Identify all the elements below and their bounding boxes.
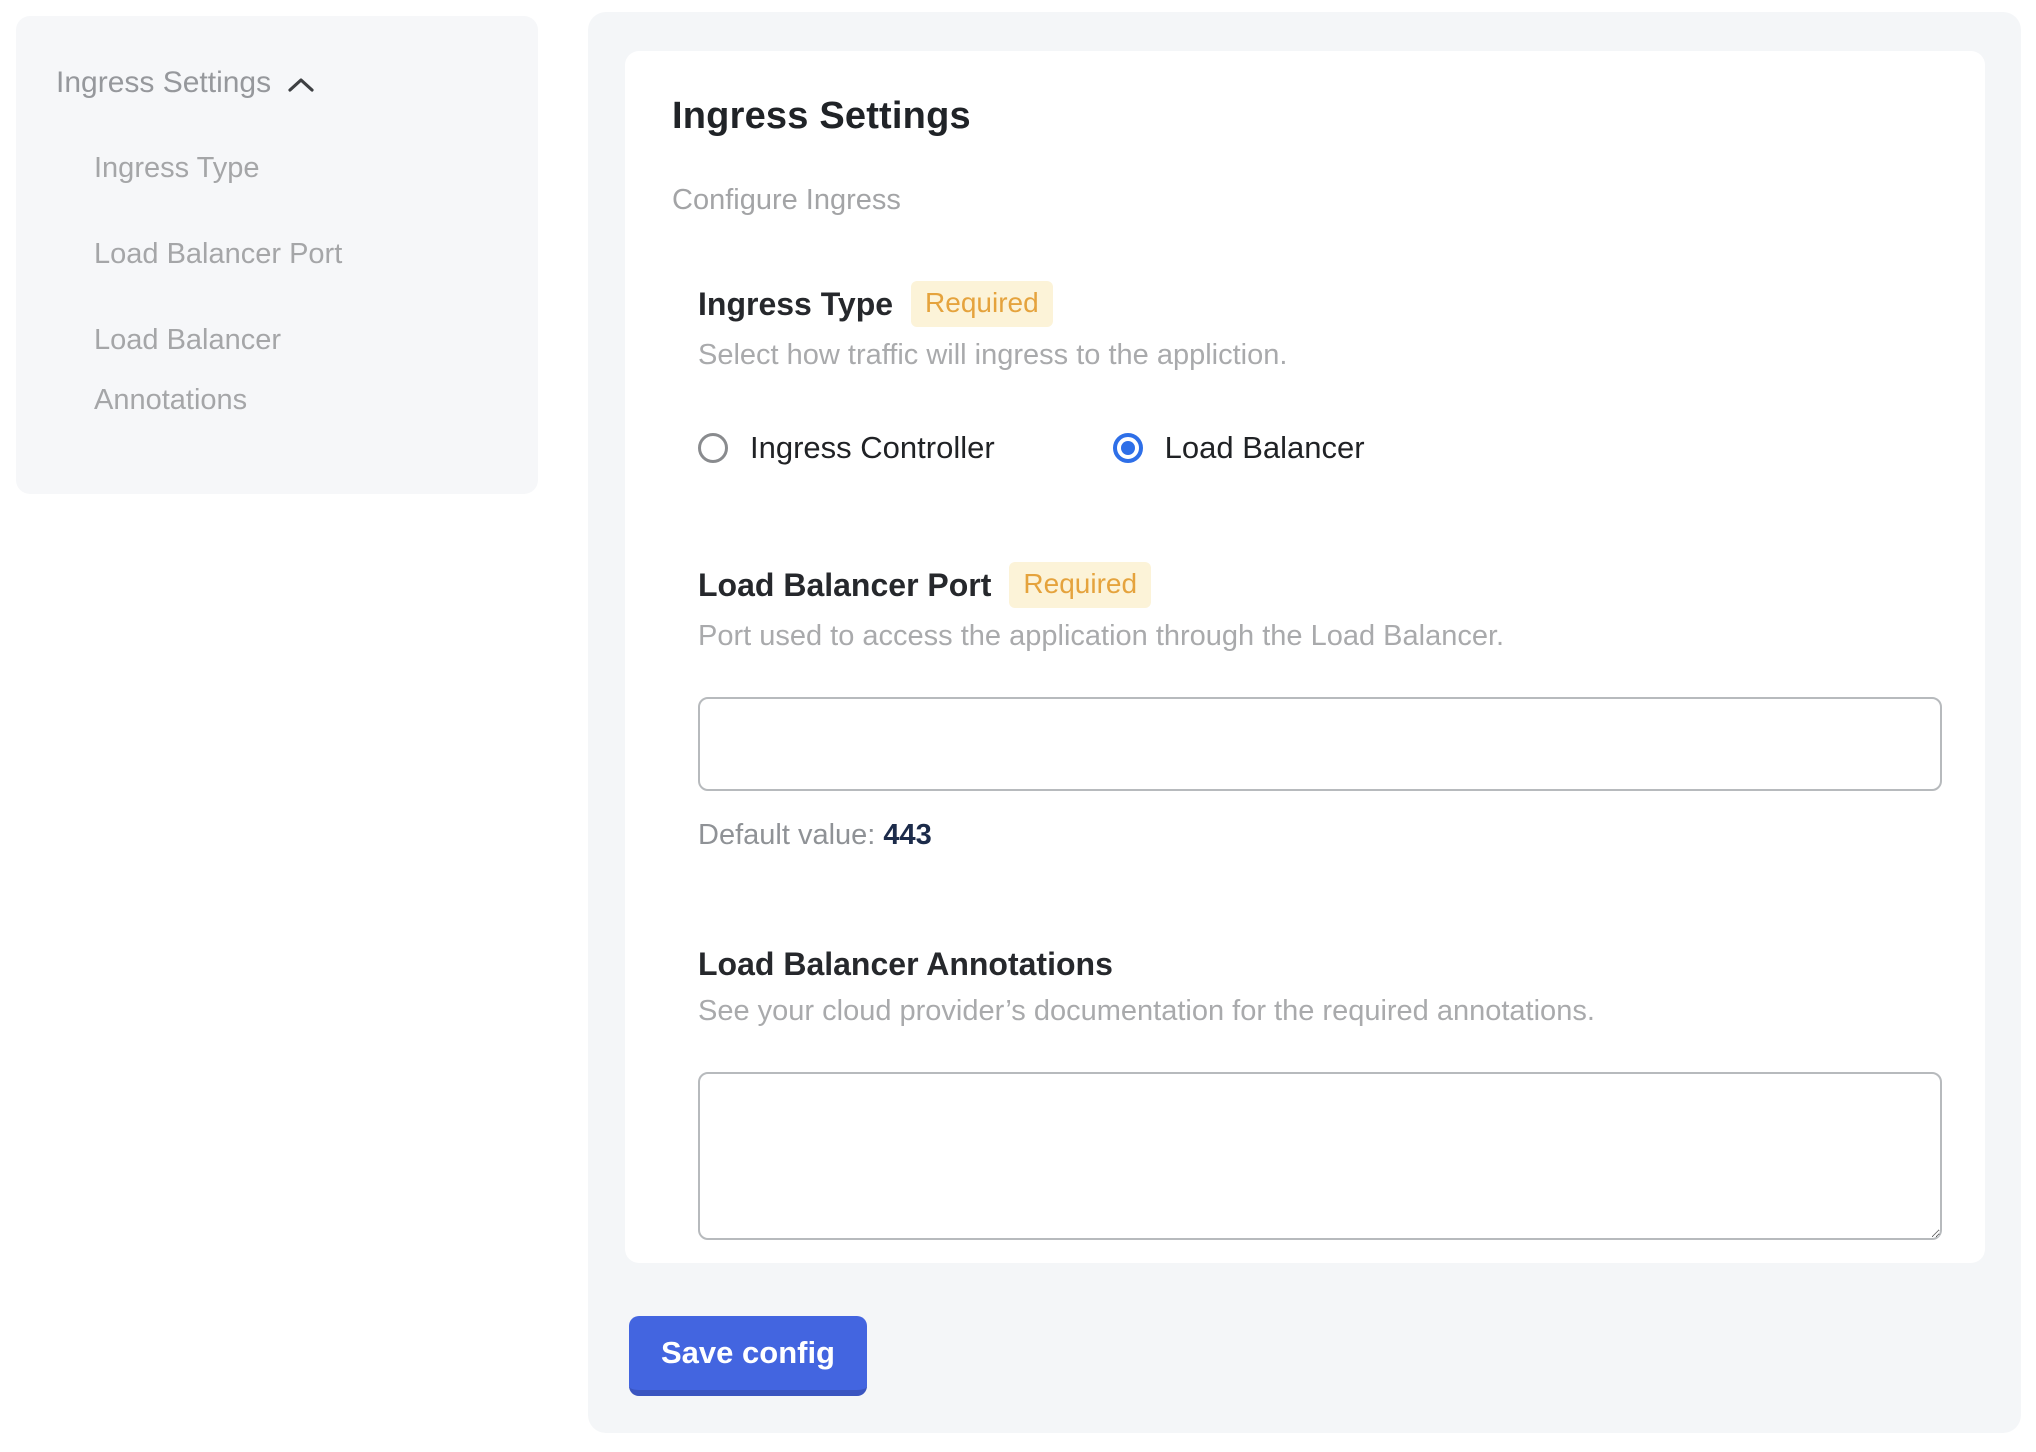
load-balancer-annotations-textarea[interactable] xyxy=(698,1072,1942,1240)
field-heading: Load Balancer Port Required xyxy=(698,562,1942,608)
radio-label: Ingress Controller xyxy=(750,430,995,466)
settings-sidebar: Ingress Settings Ingress Type Load Balan… xyxy=(16,16,538,494)
default-value-number: 443 xyxy=(883,819,931,851)
ingress-type-radio-group: Ingress Controller Load Balancer xyxy=(698,430,1942,466)
required-badge: Required xyxy=(1009,562,1151,608)
default-value-hint: Default value: 443 xyxy=(698,819,1942,852)
sidebar-item-load-balancer-annotations[interactable]: Load Balancer Annotations xyxy=(94,310,434,430)
ingress-settings-panel: Ingress Settings Configure Ingress Ingre… xyxy=(588,12,2021,1433)
chevron-up-icon xyxy=(287,72,315,94)
radio-load-balancer[interactable]: Load Balancer xyxy=(1113,430,1365,466)
field-description: Select how traffic will ingress to the a… xyxy=(698,339,1942,372)
page-title: Ingress Settings xyxy=(672,95,1942,138)
field-ingress-type: Ingress Type Required Select how traffic… xyxy=(698,281,1942,466)
field-label: Ingress Type xyxy=(698,286,893,323)
field-label: Load Balancer Annotations xyxy=(698,946,1113,983)
field-load-balancer-annotations: Load Balancer Annotations See your cloud… xyxy=(698,946,1942,1240)
page-subtitle: Configure Ingress xyxy=(672,184,1942,217)
sidebar-group-label: Ingress Settings xyxy=(56,66,271,100)
field-heading: Load Balancer Annotations xyxy=(698,946,1942,983)
radio-selected-icon xyxy=(1113,433,1143,463)
field-description: Port used to access the application thro… xyxy=(698,620,1942,653)
ingress-settings-card: Ingress Settings Configure Ingress Ingre… xyxy=(625,51,1985,1263)
default-value-label: Default value: xyxy=(698,819,875,851)
sidebar-item-load-balancer-port[interactable]: Load Balancer Port xyxy=(94,224,434,284)
required-badge: Required xyxy=(911,281,1053,327)
radio-ingress-controller[interactable]: Ingress Controller xyxy=(698,430,995,466)
field-heading: Ingress Type Required xyxy=(698,281,1942,327)
load-balancer-port-input[interactable] xyxy=(698,697,1942,791)
sidebar-item-list: Ingress Type Load Balancer Port Load Bal… xyxy=(94,138,434,430)
sidebar-group-ingress-settings[interactable]: Ingress Settings xyxy=(56,66,498,100)
field-load-balancer-port: Load Balancer Port Required Port used to… xyxy=(698,562,1942,852)
save-config-button[interactable]: Save config xyxy=(629,1316,867,1396)
sidebar-item-ingress-type[interactable]: Ingress Type xyxy=(94,138,434,198)
field-label: Load Balancer Port xyxy=(698,567,991,604)
radio-label: Load Balancer xyxy=(1165,430,1365,466)
field-description: See your cloud provider’s documentation … xyxy=(698,995,1942,1028)
radio-unselected-icon xyxy=(698,433,728,463)
